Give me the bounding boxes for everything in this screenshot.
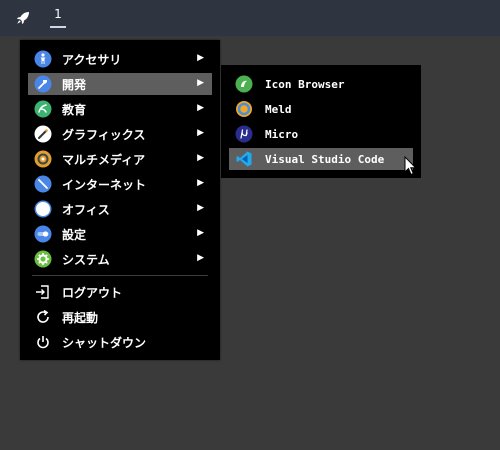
submenu-arrow-icon: ▶	[197, 78, 204, 88]
menu-item-system[interactable]: システム ▶	[28, 248, 212, 270]
menu-item-settings[interactable]: 設定 ▶	[28, 223, 212, 245]
submenu-arrow-icon: ▶	[197, 228, 204, 238]
menu-item-accessories[interactable]: アクセサリ ▶	[28, 48, 212, 70]
menu-item-office[interactable]: オフィス ▶	[28, 198, 212, 220]
menu-item-label: 教育	[62, 102, 87, 117]
education-icon	[34, 100, 52, 118]
menu-item-label: アクセサリ	[62, 52, 122, 67]
submenu-arrow-icon: ▶	[197, 153, 204, 163]
menu-item-label: 開発	[62, 77, 87, 92]
submenu-arrow-icon: ▶	[197, 128, 204, 138]
submenu-arrow-icon: ▶	[197, 253, 204, 263]
menu-item-label: オフィス	[62, 202, 110, 217]
app-launcher-button[interactable]	[14, 9, 32, 27]
menu-item-shutdown[interactable]: シャットダウン	[28, 331, 212, 353]
menu-item-multimedia[interactable]: マルチメディア ▶	[28, 148, 212, 170]
submenu-item-meld[interactable]: Meld	[229, 98, 413, 120]
logout-icon	[36, 285, 49, 299]
vscode-icon	[236, 151, 252, 167]
menu-item-logout[interactable]: ログアウト	[28, 281, 212, 303]
submenu-item-label: Visual Studio Code	[265, 152, 385, 166]
menu-item-restart[interactable]: 再起動	[28, 306, 212, 328]
restart-icon	[37, 309, 49, 323]
menu-item-graphics[interactable]: グラフィックス ▶	[28, 123, 212, 145]
development-icon	[34, 75, 52, 93]
rocket-icon	[17, 12, 29, 24]
submenu-arrow-icon: ▶	[197, 103, 204, 113]
menu-item-label: マルチメディア	[62, 152, 146, 167]
multimedia-icon	[34, 150, 52, 168]
meld-icon	[236, 101, 252, 117]
taskbar: 1	[0, 0, 500, 36]
menu-item-label: 設定	[62, 227, 87, 242]
graphics-icon	[34, 125, 52, 143]
menu-item-label: システム	[62, 252, 110, 267]
submenu-item-micro[interactable]: Micro	[229, 123, 413, 145]
development-submenu: Icon Browser Meld Micro Visual Studio Co…	[221, 65, 421, 178]
menu-item-label: グラフィックス	[62, 127, 146, 142]
menu-item-development[interactable]: 開発 ▶	[28, 73, 212, 95]
internet-icon	[34, 175, 52, 193]
menu-item-education[interactable]: 教育 ▶	[28, 98, 212, 120]
submenu-item-label: Meld	[265, 102, 292, 116]
submenu-arrow-icon: ▶	[197, 53, 204, 63]
menu-item-label: インターネット	[62, 177, 147, 192]
menu-item-label: ログアウト	[62, 285, 123, 300]
submenu-item-label: Micro	[265, 127, 299, 141]
shutdown-icon	[37, 336, 49, 349]
submenu-item-icon-browser[interactable]: Icon Browser	[229, 73, 413, 95]
mouse-pointer-icon	[404, 156, 417, 176]
menu-item-internet[interactable]: インターネット ▶	[28, 173, 212, 195]
micro-icon	[235, 125, 253, 143]
icon-browser-icon	[235, 75, 253, 93]
submenu-arrow-icon: ▶	[197, 178, 204, 188]
workspace-1-button[interactable]: 1	[50, 6, 66, 28]
application-menu: アクセサリ ▶ 開発 ▶ 教育 ▶ グラフィックス ▶ マルチメディア ▶ イン…	[20, 40, 220, 360]
menu-separator	[32, 275, 208, 276]
office-icon	[34, 200, 52, 218]
menu-item-label: シャットダウン	[62, 335, 147, 350]
submenu-item-visual-studio-code[interactable]: Visual Studio Code	[229, 148, 413, 170]
settings-icon	[34, 225, 52, 243]
menu-item-label: 再起動	[62, 310, 99, 325]
system-icon	[34, 250, 52, 268]
workspace-label: 1	[54, 7, 62, 21]
submenu-arrow-icon: ▶	[197, 203, 204, 213]
workspace-active-indicator	[50, 26, 66, 28]
submenu-item-label: Icon Browser	[265, 77, 345, 91]
accessories-icon	[34, 50, 52, 68]
